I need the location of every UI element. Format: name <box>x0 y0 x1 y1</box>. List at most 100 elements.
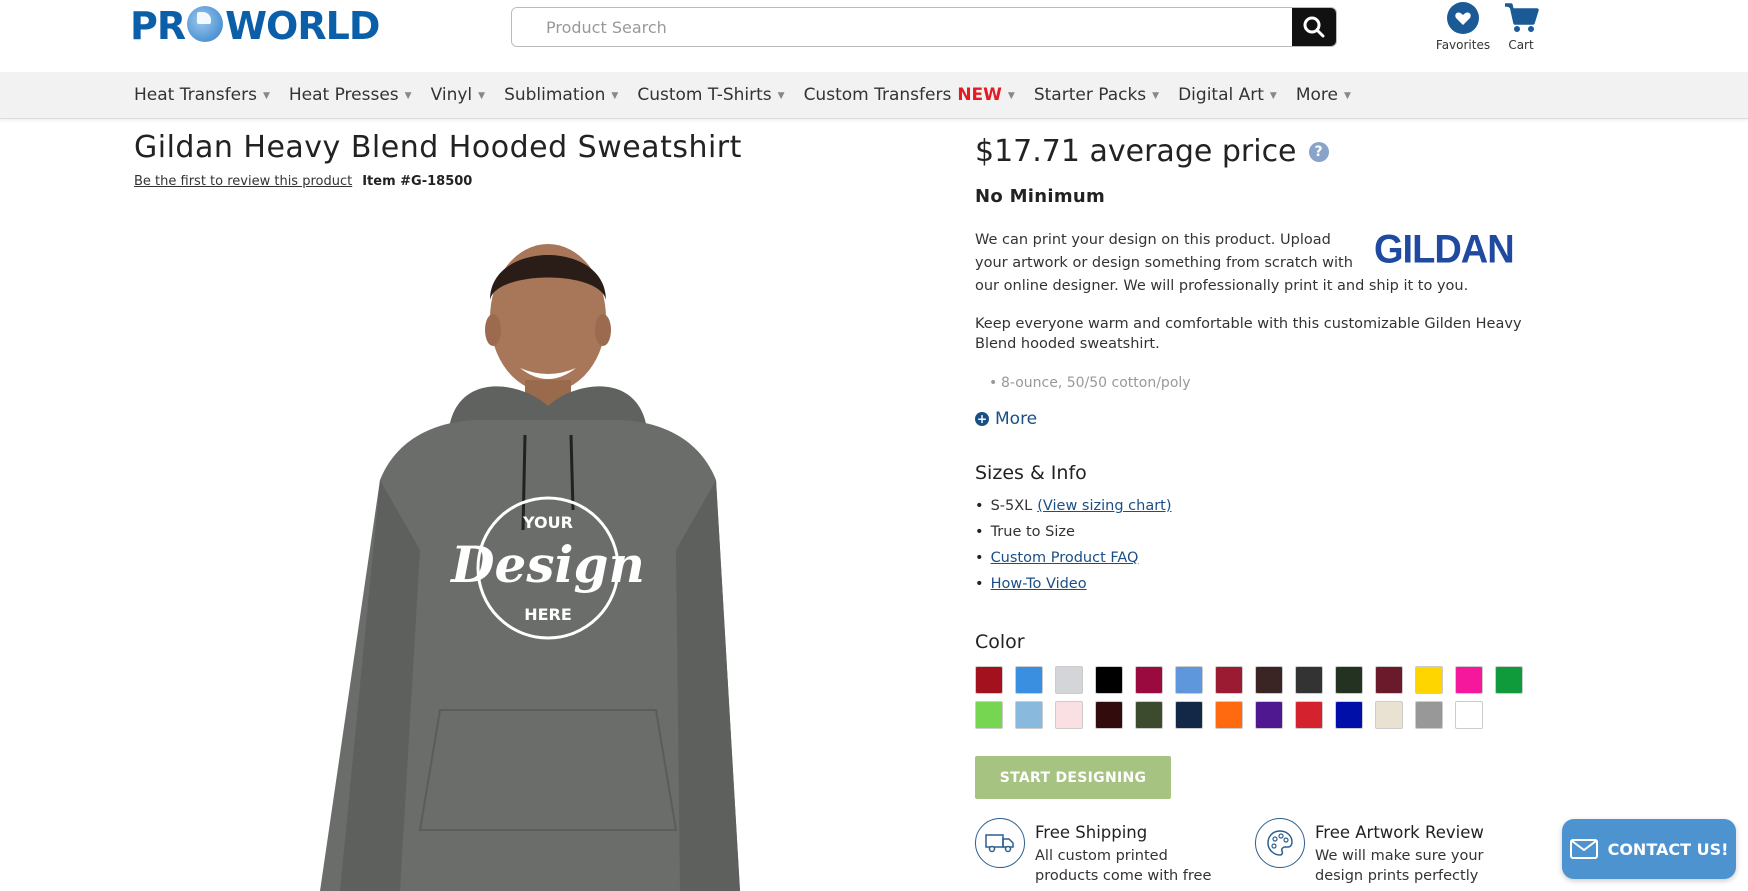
search-icon <box>1303 16 1325 38</box>
caret-down-icon: ▼ <box>1269 91 1277 101</box>
nav-item-label: Digital Art <box>1178 85 1264 105</box>
color-swatch[interactable] <box>975 701 1003 729</box>
color-swatch[interactable] <box>1215 701 1243 729</box>
review-link[interactable]: Be the first to review this product <box>134 174 352 189</box>
caret-down-icon: ▼ <box>404 91 412 101</box>
color-swatch[interactable] <box>1295 666 1323 694</box>
caret-down-icon: ▼ <box>262 91 270 101</box>
color-title: Color <box>975 631 1025 653</box>
caret-down-icon: ▼ <box>1152 91 1160 101</box>
contact-us-label: CONTACT US! <box>1607 839 1729 859</box>
color-swatch[interactable] <box>1015 701 1043 729</box>
nav-item-label: Heat Presses <box>288 85 399 105</box>
more-label: More <box>995 409 1038 429</box>
color-swatch[interactable] <box>1295 701 1323 729</box>
search-button[interactable] <box>1292 8 1336 46</box>
review-row: Be the first to review this product Item… <box>134 174 472 189</box>
nav-item-label: Custom Transfers <box>803 85 952 105</box>
truck-icon <box>975 818 1025 868</box>
main-nav: Heat Transfers ▼ Heat Presses ▼ Vinyl ▼ Sub… <box>0 72 1748 119</box>
color-swatch[interactable] <box>1255 701 1283 729</box>
sizes-list: S-5XL(View sizing chart) True to Size Cu… <box>975 493 1172 597</box>
print-description-2: our online designer. We will professiona… <box>975 278 1469 294</box>
nav-item-label: More <box>1295 85 1338 105</box>
nav-item-label: Vinyl <box>430 85 473 105</box>
color-swatch[interactable] <box>1255 666 1283 694</box>
color-swatch[interactable] <box>1055 701 1083 729</box>
nav-item-starter-packs[interactable]: Starter Packs ▼ <box>1034 85 1159 105</box>
list-item: True to Size <box>975 519 1172 545</box>
color-swatch[interactable] <box>1415 666 1443 694</box>
free-shipping-text: All custom printed products come with fr… <box>1035 848 1212 884</box>
color-swatch[interactable] <box>1055 666 1083 694</box>
gildan-logo: GILDAN <box>1374 227 1515 273</box>
site-header: PR WORLD Favorites Car <box>0 0 1748 72</box>
caret-down-icon: ▼ <box>1007 91 1015 101</box>
hoodie-model-illustration: YOUR Design HERE <box>320 244 740 891</box>
help-icon[interactable]: ? <box>1308 141 1329 162</box>
cart-link[interactable]: Cart <box>1486 0 1556 52</box>
contact-us-button[interactable]: CONTACT US! <box>1562 819 1736 879</box>
cart-label: Cart <box>1508 38 1534 52</box>
search-bar <box>511 7 1337 47</box>
color-swatch[interactable] <box>1495 666 1523 694</box>
feature-bullet: 8-ounce, 50/50 cotton/poly <box>989 375 1191 391</box>
globe-icon <box>187 6 224 42</box>
color-swatches <box>975 666 1535 729</box>
search-input[interactable] <box>512 8 1292 46</box>
nav-item-sublimation[interactable]: Sublimation ▼ <box>504 85 618 105</box>
color-swatch[interactable] <box>1415 701 1443 729</box>
size-range: S-5XL <box>990 498 1033 514</box>
color-swatch[interactable] <box>1015 666 1043 694</box>
color-swatch[interactable] <box>1135 701 1163 729</box>
free-shipping-feature: Free Shipping All custom printed product… <box>975 818 1225 886</box>
product-title: Gildan Heavy Blend Hooded Sweatshirt <box>134 130 742 165</box>
palette-icon <box>1255 818 1305 868</box>
price-text: $17.71 average price <box>975 134 1297 169</box>
new-badge: NEW <box>957 85 1002 105</box>
sizes-title: Sizes & Info <box>975 462 1087 484</box>
color-swatch[interactable] <box>1335 701 1363 729</box>
nav-item-custom-t-shirts[interactable]: Custom T-Shirts ▼ <box>637 85 784 105</box>
color-swatch[interactable] <box>1375 701 1403 729</box>
minimum-text: No Minimum <box>975 186 1106 207</box>
caret-down-icon: ▼ <box>611 91 619 101</box>
product-image[interactable]: YOUR Design HERE <box>320 230 740 891</box>
price: $17.71 average price ? <box>975 134 1329 169</box>
envelope-icon <box>1569 839 1598 859</box>
color-swatch[interactable] <box>1335 666 1363 694</box>
color-swatch[interactable] <box>1175 701 1203 729</box>
color-swatch[interactable] <box>1095 701 1123 729</box>
color-swatch[interactable] <box>975 666 1003 694</box>
more-toggle[interactable]: + More <box>975 409 1037 429</box>
color-swatch[interactable] <box>1375 666 1403 694</box>
color-swatch[interactable] <box>1175 666 1203 694</box>
item-number: Item #G-18500 <box>362 174 473 189</box>
color-swatch[interactable] <box>1135 666 1163 694</box>
sizing-chart-link[interactable]: (View sizing chart) <box>1037 498 1171 514</box>
color-swatch[interactable] <box>1095 666 1123 694</box>
nav-item-vinyl[interactable]: Vinyl ▼ <box>431 85 485 105</box>
nav-item-custom-transfers[interactable]: Custom Transfers NEW ▼ <box>804 85 1015 105</box>
nav-item-digital-art[interactable]: Digital Art ▼ <box>1178 85 1277 105</box>
faq-link[interactable]: Custom Product FAQ <box>991 550 1139 566</box>
list-item: Custom Product FAQ <box>975 545 1172 571</box>
pro-world-logo[interactable]: PR WORLD <box>130 4 380 48</box>
color-swatch[interactable] <box>1455 666 1483 694</box>
color-swatch[interactable] <box>1455 701 1483 729</box>
free-artwork-feature: Free Artwork Review We will make sure yo… <box>1255 818 1505 886</box>
caret-down-icon: ▼ <box>1344 91 1351 101</box>
start-designing-button[interactable]: START DESIGNING <box>975 756 1171 799</box>
nav-item-more[interactable]: More ▼ <box>1296 85 1351 105</box>
print-bottom-text: HERE <box>524 605 572 624</box>
color-swatch[interactable] <box>1215 666 1243 694</box>
cart-icon <box>1505 3 1539 32</box>
fit-text: True to Size <box>990 524 1075 540</box>
nav-item-heat-transfers[interactable]: Heat Transfers ▼ <box>134 85 270 105</box>
how-to-video-link[interactable]: How-To Video <box>991 576 1087 592</box>
nav-item-heat-presses[interactable]: Heat Presses ▼ <box>289 85 412 105</box>
print-main-text: Design <box>449 535 645 594</box>
logo-text-right: WORLD <box>225 4 380 48</box>
nav-item-label: Sublimation <box>504 85 606 105</box>
nav-item-label: Heat Transfers <box>134 85 257 105</box>
